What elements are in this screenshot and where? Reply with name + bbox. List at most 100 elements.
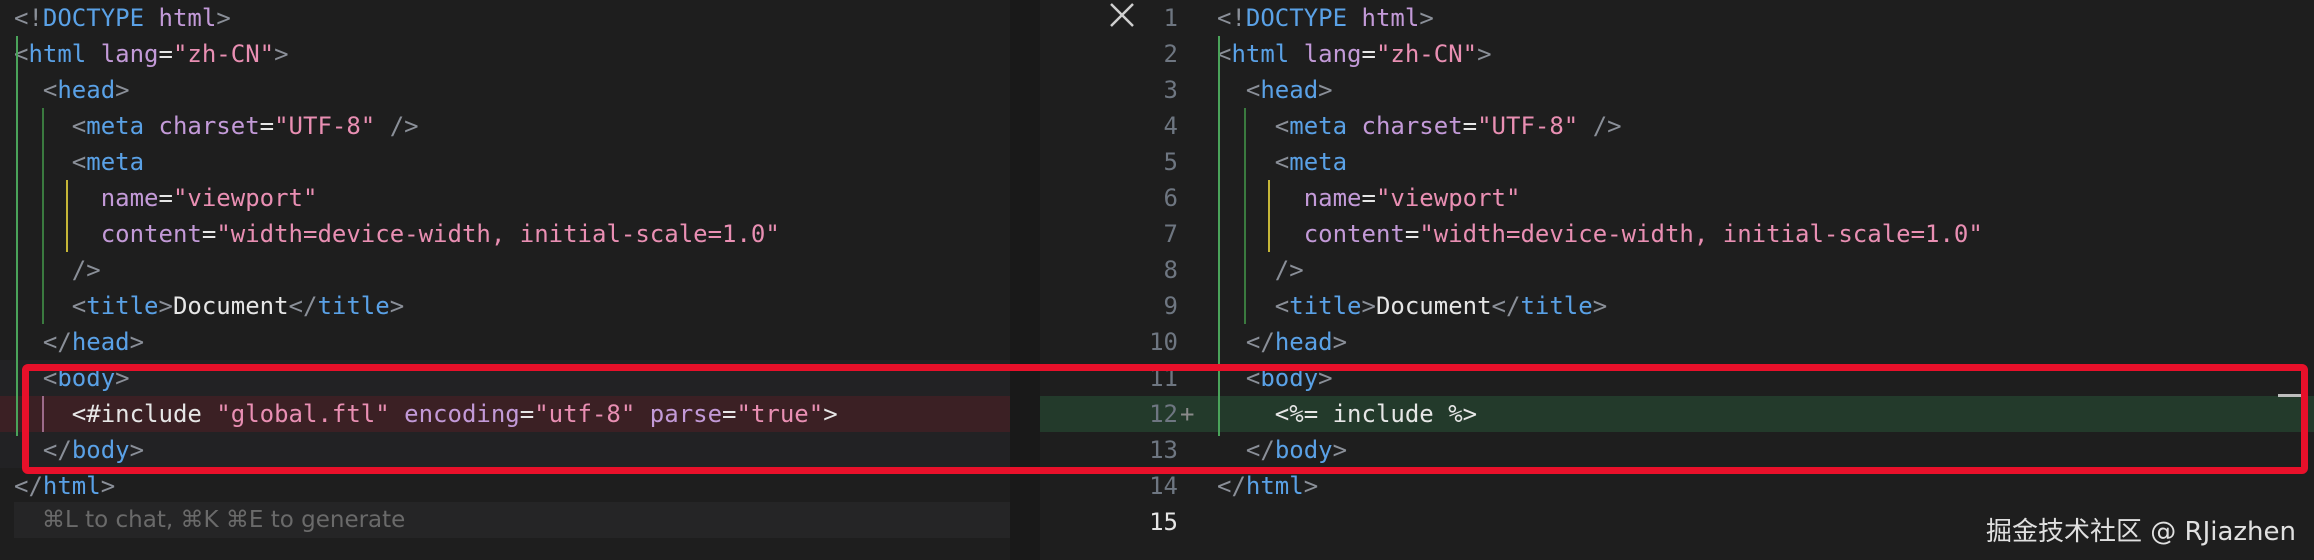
- code-text: <head>: [14, 72, 130, 108]
- code-line[interactable]: 4 <meta charset="UTF-8" />: [1040, 108, 2314, 144]
- code-text: <meta: [14, 144, 144, 180]
- code-token: >: [100, 472, 116, 500]
- code-token: "width=device-width, initial-scale=1.0": [1419, 220, 1983, 248]
- code-text: <!DOCTYPE html>: [1217, 0, 1434, 36]
- line-number[interactable]: 10: [1040, 324, 1178, 360]
- code-token: >: [158, 292, 173, 320]
- code-token: title: [1289, 292, 1362, 320]
- code-token: html: [42, 472, 101, 500]
- line-number[interactable]: 3: [1040, 72, 1178, 108]
- code-token: </: [42, 328, 72, 356]
- code-token: =: [158, 184, 173, 212]
- code-line[interactable]: content="width=device-width, initial-sca…: [0, 216, 1040, 252]
- code-token: =: [1361, 40, 1376, 68]
- code-token: html: [28, 40, 87, 68]
- code-line[interactable]: <meta charset="UTF-8" />: [0, 108, 1040, 144]
- code-token: html: [1231, 40, 1290, 68]
- code-line[interactable]: 9 <title>Document</title>: [1040, 288, 2314, 324]
- code-line[interactable]: 6 name="viewport": [1040, 180, 2314, 216]
- line-number[interactable]: 2: [1040, 36, 1178, 72]
- code-token: =: [1462, 112, 1478, 140]
- code-token: <!: [14, 4, 43, 32]
- code-token: meta: [86, 112, 145, 140]
- code-line[interactable]: <head>: [0, 72, 1040, 108]
- code-line[interactable]: <!DOCTYPE html>: [0, 0, 1040, 36]
- code-token: >: [1361, 292, 1376, 320]
- code-text: <title>Document</title>: [14, 288, 404, 324]
- line-number[interactable]: 15: [1040, 504, 1178, 540]
- code-token: "UTF-8": [274, 112, 376, 140]
- code-text: <!DOCTYPE html>: [14, 0, 231, 36]
- code-token: >: [1303, 472, 1319, 500]
- code-line[interactable]: <title>Document</title>: [0, 288, 1040, 324]
- code-text: />: [14, 252, 101, 288]
- code-token: html: [1361, 4, 1420, 32]
- code-token: Document: [1375, 292, 1492, 320]
- indent-guide: [1268, 180, 1270, 252]
- chat-hint[interactable]: ⌘L to chat, ⌘K ⌘E to generate: [14, 502, 1032, 538]
- code-token: head: [71, 328, 130, 356]
- pane-separator[interactable]: [1010, 0, 1040, 560]
- watermark: 掘金技术社区 @ RJiazhen: [1985, 517, 2296, 547]
- code-token: <: [71, 112, 87, 140]
- code-text: <html lang="zh-CN">: [14, 36, 289, 72]
- code-token: title: [317, 292, 390, 320]
- close-icon[interactable]: [1107, 0, 1137, 30]
- code-text: <meta charset="UTF-8" />: [1217, 108, 1622, 144]
- code-text: name="viewport": [1217, 180, 1521, 216]
- code-line[interactable]: <meta: [0, 144, 1040, 180]
- line-number[interactable]: 8: [1040, 252, 1178, 288]
- code-token: lang: [100, 40, 159, 68]
- line-number[interactable]: 9: [1040, 288, 1178, 324]
- indent-guide: [66, 180, 68, 252]
- code-token: meta: [1289, 148, 1348, 176]
- code-line[interactable]: <html lang="zh-CN">: [0, 36, 1040, 72]
- code-line[interactable]: 10 </head>: [1040, 324, 2314, 360]
- code-token: "UTF-8": [1477, 112, 1579, 140]
- code-token: </: [1217, 472, 1246, 500]
- code-token: "viewport": [1375, 184, 1521, 212]
- line-number[interactable]: 5: [1040, 144, 1178, 180]
- code-token: content: [1303, 220, 1405, 248]
- code-line[interactable]: 7 content="width=device-width, initial-s…: [1040, 216, 2314, 252]
- code-line[interactable]: 2 <html lang="zh-CN">: [1040, 36, 2314, 72]
- code-token: >: [115, 76, 130, 104]
- code-token: charset: [158, 112, 260, 140]
- code-token: >: [129, 328, 145, 356]
- code-text: <meta charset="UTF-8" />: [14, 108, 419, 144]
- code-text: </head>: [14, 324, 144, 360]
- code-token: head: [1274, 328, 1333, 356]
- code-text: <head>: [1217, 72, 1333, 108]
- code-token: >: [274, 40, 289, 68]
- diff-modified-pane[interactable]: 1 <!DOCTYPE html> 2 <html lang="zh-CN"> 3 <h…: [1040, 0, 2314, 560]
- code-token: html: [158, 4, 217, 32]
- code-token: />: [1592, 112, 1622, 140]
- code-text: content="width=device-width, initial-sca…: [1217, 216, 1983, 252]
- code-line[interactable]: name="viewport": [0, 180, 1040, 216]
- code-line[interactable]: 1 <!DOCTYPE html>: [1040, 0, 2314, 36]
- code-token: "zh-CN": [172, 40, 275, 68]
- code-line[interactable]: 3 <head>: [1040, 72, 2314, 108]
- line-number[interactable]: 6: [1040, 180, 1178, 216]
- line-number[interactable]: 7: [1040, 216, 1178, 252]
- code-line[interactable]: />: [0, 252, 1040, 288]
- code-token: =: [1361, 184, 1376, 212]
- code-line[interactable]: </head>: [0, 324, 1040, 360]
- diff-original-pane[interactable]: <!DOCTYPE html> <html lang="zh-CN"> <head…: [0, 0, 1040, 560]
- code-token: <: [1274, 112, 1290, 140]
- code-token: <: [71, 292, 87, 320]
- code-line[interactable]: 8 />: [1040, 252, 2314, 288]
- line-number[interactable]: 4: [1040, 108, 1178, 144]
- code-text: content="width=device-width, initial-sca…: [14, 216, 780, 252]
- code-token: </: [1245, 328, 1275, 356]
- code-line[interactable]: 5 <meta: [1040, 144, 2314, 180]
- code-token: </: [1491, 292, 1521, 320]
